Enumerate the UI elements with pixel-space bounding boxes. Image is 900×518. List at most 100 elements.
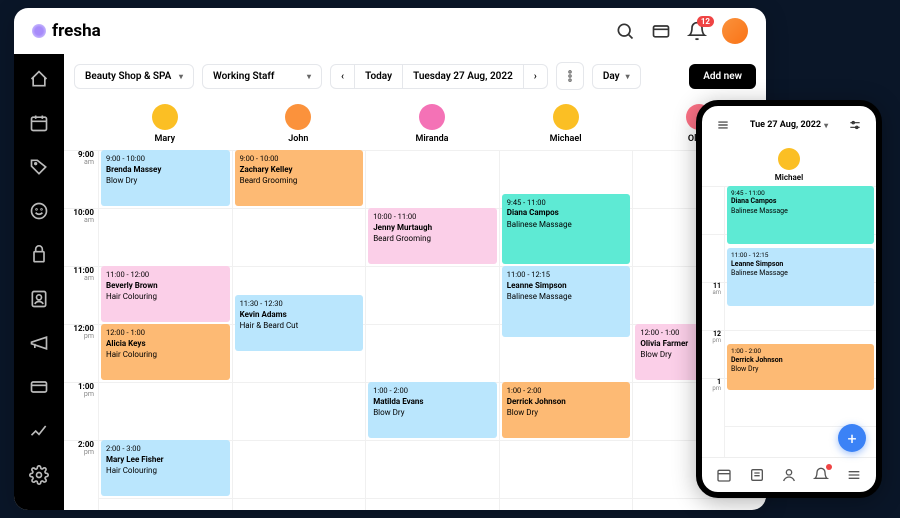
staff-avatar (553, 104, 579, 130)
home-icon[interactable] (28, 68, 50, 90)
appointment-name: Beverly Brown (106, 281, 225, 291)
search-icon[interactable] (614, 20, 636, 42)
user-avatar[interactable] (722, 18, 748, 44)
appointment-name: Kevin Adams (240, 310, 359, 320)
appointment-service: Blow Dry (731, 365, 870, 374)
phone-time-column: 11am12pm1pm (702, 186, 724, 426)
nav-list-icon[interactable] (748, 466, 766, 484)
tag-icon[interactable] (28, 156, 50, 178)
wallet-icon[interactable] (650, 20, 672, 42)
appointment-time: 1:00 - 2:00 (507, 386, 626, 396)
appointment[interactable]: 9:00 - 10:00Brenda MasseyBlow Dry (101, 150, 230, 206)
staff-filter[interactable]: Working Staff▾ (202, 64, 322, 89)
staff-header[interactable]: Mary (98, 98, 232, 150)
appointment-time: 11:00 - 12:00 (106, 270, 225, 280)
phone-date[interactable]: Tue 27 Aug, 2022▾ (750, 120, 828, 130)
calendar-column[interactable]: 9:45 - 11:00Diana CamposBalinese Massage… (499, 150, 633, 510)
appointment-name: Leanne Simpson (731, 260, 870, 269)
appointment[interactable]: 9:00 - 10:00Zachary KelleyBeard Grooming (235, 150, 364, 206)
appointment-time: 9:00 - 10:00 (106, 154, 225, 164)
staff-row: MaryJohnMirandaMichaelOlivia (64, 98, 766, 150)
settings-icon[interactable] (28, 464, 50, 486)
staff-name-label: Michael (550, 134, 582, 144)
calendar-column[interactable]: 9:00 - 10:00Zachary KelleyBeard Grooming… (232, 150, 366, 510)
phone-calendar-column: 9:45 - 11:00Diana CamposBalinese Massage… (724, 186, 876, 457)
appointment-service: Beard Grooming (373, 234, 492, 244)
today-button[interactable]: Today (355, 65, 403, 88)
appointment-time: 11:00 - 12:15 (731, 251, 870, 259)
appointment-service: Balinese Massage (507, 292, 626, 302)
brand-text: fresha (52, 21, 101, 41)
appointment[interactable]: 11:00 - 12:00Beverly BrownHair Colouring (101, 266, 230, 322)
staff-name-label: John (288, 134, 308, 144)
appointment[interactable]: 11:00 - 12:15Leanne SimpsonBalinese Mass… (502, 266, 631, 337)
appointment[interactable]: 11:30 - 12:30Kevin AdamsHair & Beard Cut (235, 295, 364, 351)
marketing-icon[interactable] (28, 332, 50, 354)
appointment-service: Beard Grooming (240, 176, 359, 186)
appointment-service: Hair Colouring (106, 466, 225, 476)
staff-name-label: Miranda (415, 134, 448, 144)
next-button[interactable]: › (524, 65, 547, 88)
time-label: 12:00pm (64, 324, 98, 382)
appointment-name: Leanne Simpson (507, 281, 626, 291)
appointment[interactable]: 1:00 - 2:00Matilda EvansBlow Dry (368, 382, 497, 438)
shop-filter[interactable]: Beauty Shop & SPA▾ (74, 64, 194, 89)
phone-time-label: 12pm (702, 330, 724, 378)
menu-icon[interactable] (712, 114, 734, 136)
phone-appointment[interactable]: 9:45 - 11:00Diana CamposBalinese Massage (727, 186, 874, 244)
nav-bell-icon[interactable] (812, 466, 830, 484)
bell-icon[interactable]: 12 (686, 20, 708, 42)
nav-calendar-icon[interactable] (715, 466, 733, 484)
filter-settings-icon[interactable] (556, 62, 584, 90)
appointment-name: Zachary Kelley (240, 165, 359, 175)
fab-add-button[interactable]: + (838, 424, 866, 452)
notif-badge: 12 (697, 16, 714, 27)
phone-header: Tue 27 Aug, 2022▾ (702, 106, 876, 144)
appointment[interactable]: 9:45 - 11:00Diana CamposBalinese Massage (502, 194, 631, 265)
phone-staff-name: Michael (775, 173, 803, 182)
phone-appointment[interactable]: 1:00 - 2:00Derrick JohnsonBlow Dry (727, 344, 874, 390)
phone-appointment[interactable]: 11:00 - 12:15Leanne SimpsonBalinese Mass… (727, 248, 874, 306)
staff-header[interactable]: John (232, 98, 366, 150)
sliders-icon[interactable] (844, 114, 866, 136)
appointment[interactable]: 1:00 - 2:00Derrick JohnsonBlow Dry (502, 382, 631, 438)
nav-user-icon[interactable] (780, 466, 798, 484)
card-icon[interactable] (28, 376, 50, 398)
phone-staff-avatar[interactable] (778, 148, 800, 170)
appointment[interactable]: 2:00 - 3:00Mary Lee FisherHair Colouring (101, 440, 230, 496)
calendar-icon[interactable] (28, 112, 50, 134)
topbar: fresha 12 (14, 8, 766, 54)
appointment-time: 1:00 - 2:00 (373, 386, 492, 396)
prev-button[interactable]: ‹ (331, 65, 355, 88)
appointment[interactable]: 10:00 - 11:00Jenny MurtaughBeard Groomin… (368, 208, 497, 264)
logo-mark (32, 24, 46, 38)
appointment-time: 1:00 - 2:00 (731, 347, 870, 355)
staff-header[interactable]: Michael (499, 98, 633, 150)
date-nav: ‹ Today Tuesday 27 Aug, 2022 › (330, 64, 548, 89)
appointment-time: 9:45 - 11:00 (731, 189, 870, 197)
date-display[interactable]: Tuesday 27 Aug, 2022 (403, 65, 524, 88)
staff-header[interactable]: Miranda (365, 98, 499, 150)
appointment[interactable]: 12:00 - 1:00Alicia KeysHair Colouring (101, 324, 230, 380)
staff-avatar (419, 104, 445, 130)
calendar-column[interactable]: 10:00 - 11:00Jenny MurtaughBeard Groomin… (365, 150, 499, 510)
reports-icon[interactable] (28, 420, 50, 442)
add-new-button[interactable]: Add new (689, 64, 756, 89)
mobile-app: Tue 27 Aug, 2022▾ Michael 11am12pm1pm 9:… (696, 100, 882, 498)
customer-icon[interactable] (28, 288, 50, 310)
view-dropdown[interactable]: Day▾ (592, 64, 641, 89)
nav-menu-icon[interactable] (845, 466, 863, 484)
product-icon[interactable] (28, 244, 50, 266)
time-label: 10:00am (64, 208, 98, 266)
phone-time-label (702, 234, 724, 282)
content: Beauty Shop & SPA▾ Working Staff▾ ‹ Toda… (64, 54, 766, 510)
face-icon[interactable] (28, 200, 50, 222)
appointment-service: Balinese Massage (731, 269, 870, 278)
appointment-name: Jenny Murtaugh (373, 223, 492, 233)
appointment-time: 11:30 - 12:30 (240, 299, 359, 309)
logo: fresha (32, 21, 101, 41)
nav-bell-badge (826, 464, 832, 470)
appointment-time: 10:00 - 11:00 (373, 212, 492, 222)
appointment-name: Derrick Johnson (731, 356, 870, 365)
calendar-column[interactable]: 9:00 - 10:00Brenda MasseyBlow Dry 11:00 -… (98, 150, 232, 510)
